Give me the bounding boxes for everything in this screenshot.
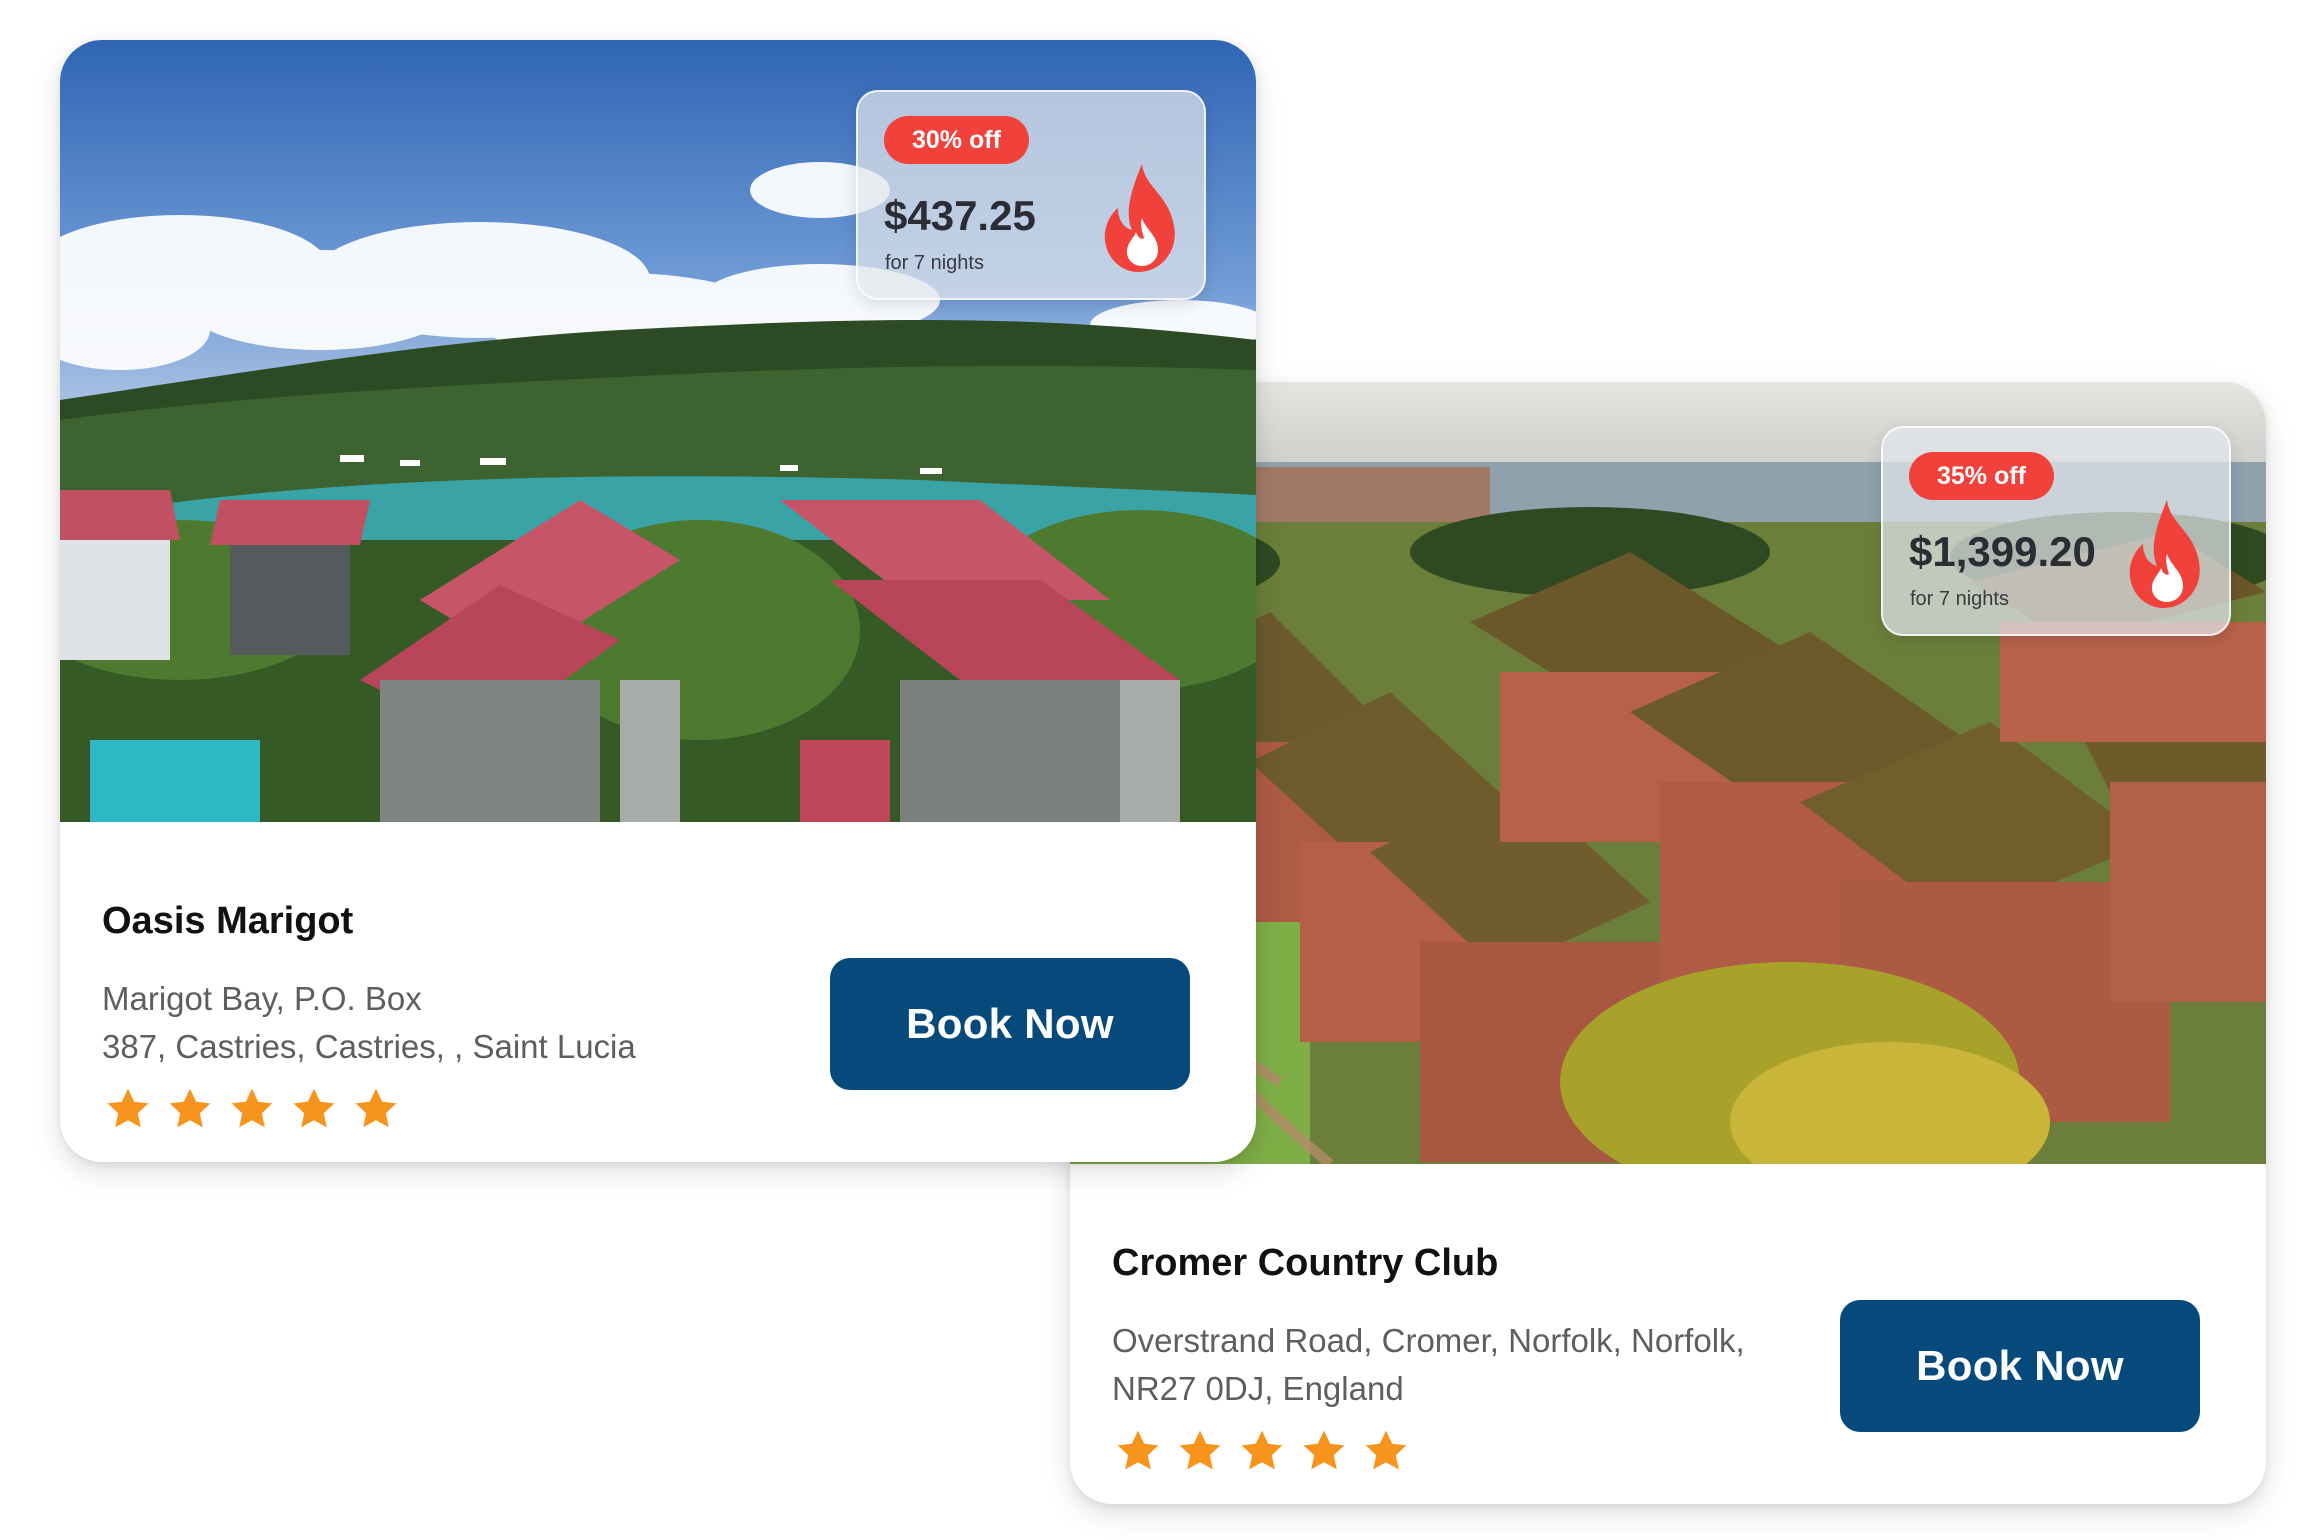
star-icon [1176, 1427, 1224, 1475]
deal-duration: for 7 nights [885, 252, 984, 274]
star-icon [1362, 1427, 1410, 1475]
deal-price: $437.25 [884, 192, 1036, 239]
book-now-button[interactable]: Book Now [1840, 1300, 2200, 1432]
discount-badge: 35% off [1909, 452, 2054, 500]
deal-panel: 30% off $437.25 for 7 nights [856, 90, 1206, 300]
star-icon [352, 1085, 400, 1133]
fire-icon [1102, 162, 1182, 274]
address-line: 387, Castries, Castries, , Saint Lucia [102, 1028, 636, 1065]
address-line: Marigot Bay, P.O. Box [102, 980, 422, 1017]
address-line: NR27 0DJ, England [1112, 1370, 1404, 1407]
star-icon [1238, 1427, 1286, 1475]
discount-badge: 30% off [884, 116, 1029, 164]
star-icon [290, 1085, 338, 1133]
address-line: Overstrand Road, Cromer, Norfolk, Norfol… [1112, 1322, 1745, 1359]
hotel-name: Oasis Marigot [102, 900, 354, 942]
star-icon [1300, 1427, 1348, 1475]
deal-price: $1,399.20 [1909, 528, 2096, 575]
deal-panel: 35% off $1,399.20 for 7 nights [1881, 426, 2231, 636]
star-rating [1114, 1427, 1410, 1475]
hotel-address: Overstrand Road, Cromer, Norfolk, Norfol… [1112, 1317, 1852, 1413]
hotel-address: Marigot Bay, P.O. Box 387, Castries, Cas… [102, 975, 842, 1071]
hotel-name: Cromer Country Club [1112, 1242, 1499, 1284]
hotel-card-oasis-marigot[interactable]: 30% off $437.25 for 7 nights Oasis Marig… [60, 40, 1256, 1162]
fire-icon [2127, 498, 2207, 610]
star-icon [1114, 1427, 1162, 1475]
book-now-button[interactable]: Book Now [830, 958, 1190, 1090]
star-icon [228, 1085, 276, 1133]
star-rating [104, 1085, 400, 1133]
deal-duration: for 7 nights [1910, 588, 2009, 610]
star-icon [166, 1085, 214, 1133]
star-icon [104, 1085, 152, 1133]
